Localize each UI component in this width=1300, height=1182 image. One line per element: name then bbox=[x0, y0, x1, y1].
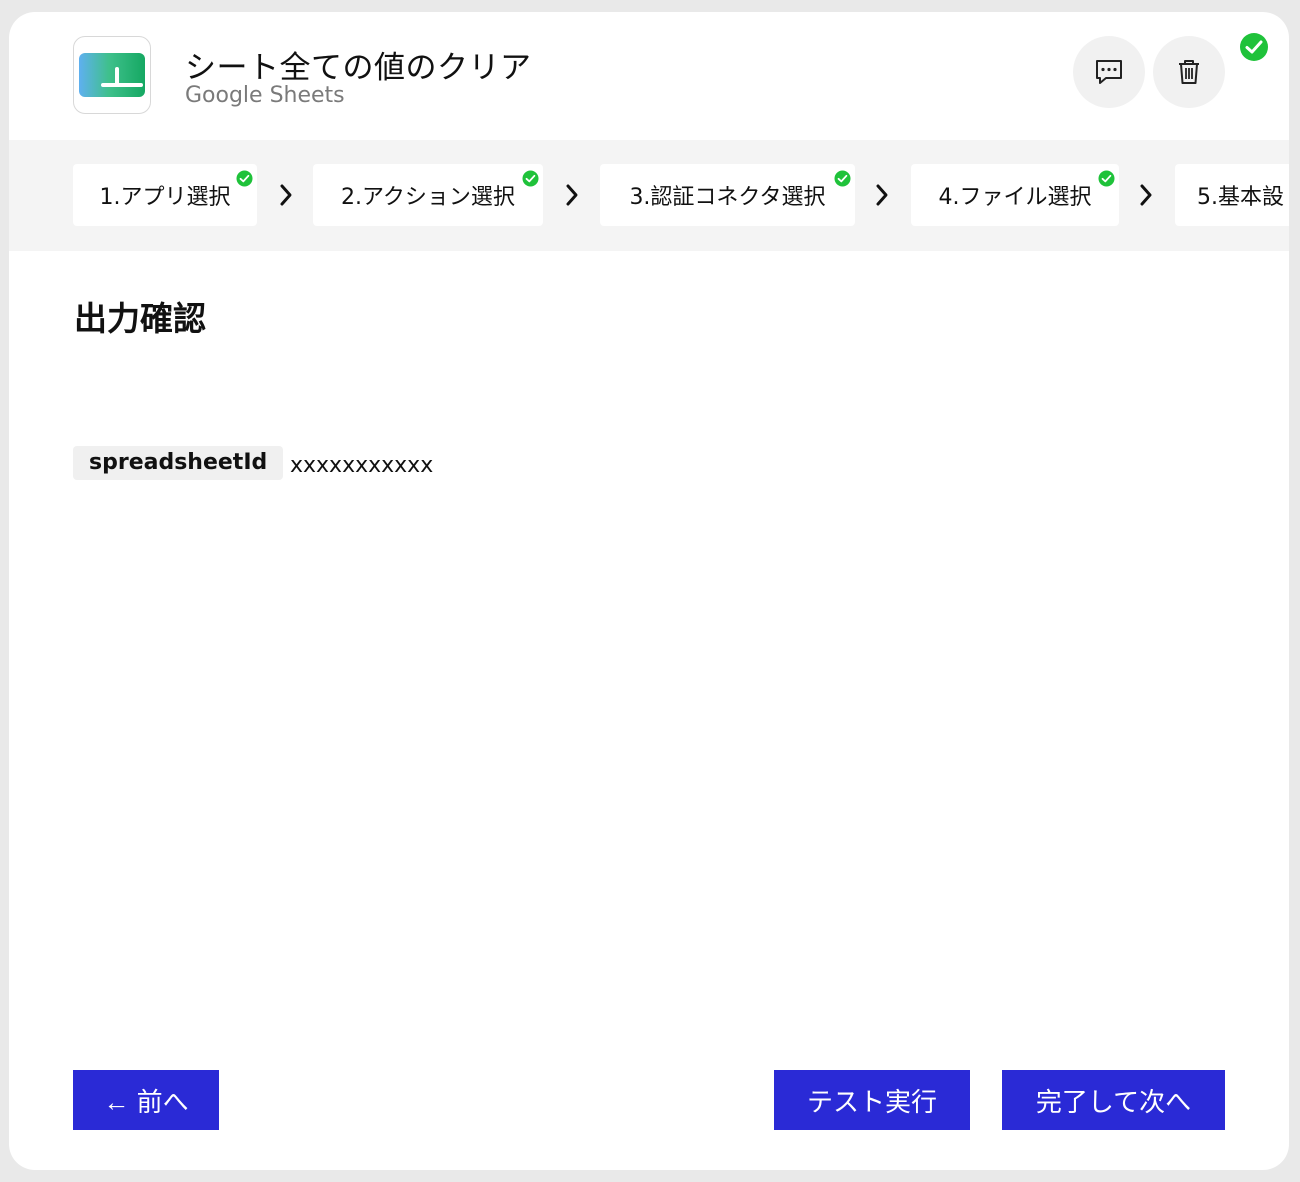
step-label: 1.アプリ選択 bbox=[99, 185, 231, 210]
step-label: 5.基本設 bbox=[1197, 185, 1284, 210]
chevron-right-icon bbox=[1140, 184, 1152, 206]
delete-button[interactable] bbox=[1153, 36, 1225, 108]
chevron-right-icon bbox=[566, 184, 578, 206]
step-editor-card: シート全ての値のクリア Google Sheets 1.アプリ選択 2.アクショ… bbox=[9, 12, 1289, 1170]
output-key: spreadsheetId bbox=[73, 446, 284, 480]
step-app-select[interactable]: 1.アプリ選択 bbox=[73, 164, 257, 226]
test-run-button[interactable]: テスト実行 bbox=[774, 1070, 970, 1130]
step-label: 2.アクション選択 bbox=[341, 185, 515, 210]
step-action-select[interactable]: 2.アクション選択 bbox=[313, 164, 543, 226]
chevron-right-icon bbox=[876, 184, 888, 206]
check-circle-icon bbox=[236, 170, 253, 187]
prev-button[interactable]: ← 前へ bbox=[73, 1070, 219, 1130]
check-circle-icon bbox=[834, 170, 851, 187]
complete-next-button[interactable]: 完了して次へ bbox=[1002, 1070, 1225, 1130]
output-value: xxxxxxxxxxx bbox=[290, 453, 434, 478]
check-circle-icon bbox=[1240, 33, 1268, 61]
step-navigation: 1.アプリ選択 2.アクション選択 3.認証コネクタ選択 4.ファイル選択 5.… bbox=[9, 140, 1289, 251]
google-sheets-icon bbox=[79, 53, 145, 97]
chevron-right-icon bbox=[280, 184, 292, 206]
step-file-select[interactable]: 4.ファイル選択 bbox=[911, 164, 1119, 226]
app-icon bbox=[73, 36, 151, 114]
section-title: 出力確認 bbox=[74, 299, 206, 338]
comment-button[interactable] bbox=[1073, 36, 1145, 108]
step-label: 3.認証コネクタ選択 bbox=[629, 185, 826, 210]
check-circle-icon bbox=[1098, 170, 1115, 187]
trash-icon bbox=[1179, 60, 1199, 84]
app-name: Google Sheets bbox=[185, 83, 345, 108]
step-label: 4.ファイル選択 bbox=[938, 185, 1092, 210]
check-circle-icon bbox=[522, 170, 539, 187]
header: シート全ての値のクリア Google Sheets bbox=[9, 12, 1289, 140]
step-connector-select[interactable]: 3.認証コネクタ選択 bbox=[600, 164, 855, 226]
step-basic-settings[interactable]: 5.基本設 bbox=[1175, 164, 1289, 226]
comment-icon bbox=[1096, 60, 1122, 84]
page-title: シート全ての値のクリア bbox=[185, 50, 532, 86]
